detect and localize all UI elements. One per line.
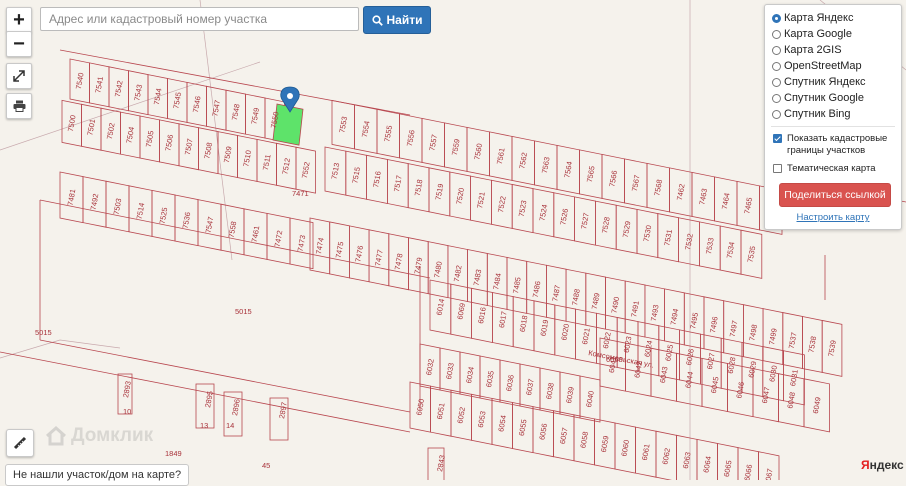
layer-radio[interactable]	[772, 45, 781, 55]
layer-label: Спутник Bing	[784, 108, 851, 120]
layer-label: Карта Google	[784, 28, 852, 40]
layer-label: Карта 2GIS	[784, 44, 842, 56]
house-icon	[46, 426, 66, 446]
thematic-checkbox[interactable]	[773, 164, 782, 173]
search-icon	[371, 14, 383, 26]
fullscreen-button[interactable]	[6, 63, 32, 89]
layer-option[interactable]: Карта Яндекс	[765, 10, 901, 26]
zoom-out-button[interactable]: −	[6, 31, 32, 57]
print-button[interactable]	[6, 93, 32, 119]
map-label: 14	[226, 421, 234, 430]
map-label: 6068	[606, 355, 623, 364]
map-label: 5015	[35, 328, 52, 337]
thematic-checkbox-label: Тематическая карта	[787, 163, 876, 174]
domclick-watermark: Домклик	[45, 425, 153, 447]
layer-label: OpenStreetMap	[784, 60, 862, 72]
layer-label: Карта Яндекс	[784, 12, 854, 24]
not-found-button[interactable]: Не нашли участок/дом на карте?	[5, 464, 190, 486]
layer-list: Карта Яндекс Карта Google Карта 2GIS OpenSt…	[765, 10, 901, 122]
cadastral-checkbox-label: Показать кадастровые границы участков	[787, 133, 888, 156]
search-button-label: Найти	[386, 13, 423, 27]
layer-radio[interactable]	[772, 77, 781, 87]
layer-option[interactable]: Карта 2GIS	[765, 42, 901, 58]
zoom-in-button[interactable]: +	[6, 7, 32, 33]
search-input[interactable]	[40, 7, 359, 31]
layer-option[interactable]: Карта Google	[765, 26, 901, 42]
cadastral-checkbox[interactable]	[773, 134, 782, 143]
layer-radio[interactable]	[772, 109, 781, 119]
expand-icon	[13, 70, 25, 82]
share-link-button[interactable]: Поделиться ссылкой	[779, 183, 891, 207]
layer-label: Спутник Яндекс	[784, 76, 866, 88]
search-button[interactable]: Найти	[363, 6, 431, 34]
ruler-button[interactable]	[6, 429, 34, 457]
layer-radio[interactable]	[772, 29, 781, 39]
ruler-icon	[13, 436, 27, 450]
layers-panel: Карта Яндекс Карта Google Карта 2GIS OpenSt…	[764, 4, 902, 230]
configure-map-link[interactable]: Настроить карту	[765, 212, 901, 223]
map-label: 45	[262, 461, 270, 470]
layer-label: Спутник Google	[784, 92, 864, 104]
layer-option[interactable]: Спутник Яндекс	[765, 74, 901, 90]
map-label: 5015	[235, 307, 252, 316]
yandex-logo: Яндекс	[861, 458, 904, 472]
print-icon	[13, 100, 25, 112]
map-label: 10	[123, 407, 131, 416]
watermark-text: Домклик	[71, 425, 154, 446]
map-label: 1849	[165, 449, 182, 458]
layer-option[interactable]: Спутник Bing	[765, 106, 901, 122]
cadastral-checkbox-row[interactable]: Показать кадастровые границы участков	[765, 133, 901, 157]
layer-radio[interactable]	[772, 61, 781, 71]
layer-option[interactable]: Спутник Google	[765, 90, 901, 106]
layer-radio[interactable]	[772, 93, 781, 103]
parcel-number: 6067	[763, 468, 775, 480]
layer-radio[interactable]	[772, 13, 781, 23]
map-label: 13	[200, 421, 208, 430]
layer-option[interactable]: OpenStreetMap	[765, 58, 901, 74]
thematic-checkbox-row[interactable]: Тематическая карта	[765, 163, 901, 175]
map-label: 7471	[292, 189, 309, 198]
